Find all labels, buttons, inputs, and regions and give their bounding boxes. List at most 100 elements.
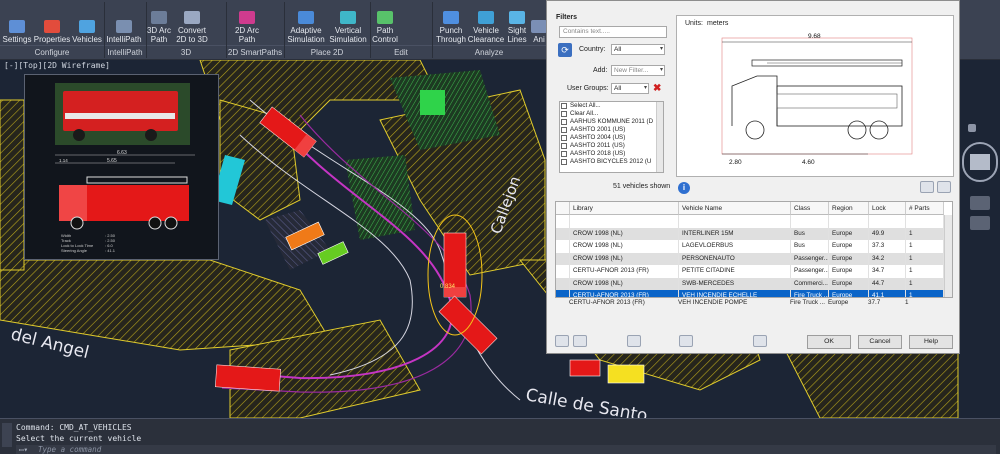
path-control-button[interactable]: Path Control — [370, 0, 400, 44]
delete-group-icon[interactable]: ✖ — [653, 83, 664, 94]
table-row[interactable]: CROW 1998 (NL) PERSONENAUTO Passenger...… — [556, 252, 944, 265]
table-row[interactable]: CERTU-AFNOR 2013 (FR) PETITE CITADINE Pa… — [556, 265, 944, 278]
table-row[interactable]: CROW 1998 (NL) SWB-MERCEDES Commerci... … — [556, 277, 944, 290]
pan-icon[interactable] — [970, 196, 990, 210]
table-header[interactable]: Class — [791, 202, 829, 215]
adaptive-simulation-icon — [298, 11, 314, 24]
table-row[interactable] — [556, 215, 944, 228]
app-window: Settings Properties Vehicles IntelliPath… — [0, 0, 1000, 454]
table-row-selected[interactable]: CERTU-AFNOR 2013 (FR) VEH INCENDIE ECHEL… — [556, 290, 944, 297]
checkbox[interactable] — [561, 135, 567, 141]
arc-path-2d-icon — [239, 11, 255, 24]
add-filter-select[interactable]: New Filter... ▾ — [611, 65, 665, 76]
library-list[interactable]: Select All... Clear All... AARHUS KOMMUN… — [559, 101, 664, 173]
list-item[interactable]: AASHTO 2018 (US) — [560, 150, 663, 158]
vertical-simulation-button[interactable]: Vertical Simulation — [328, 0, 368, 44]
chevron-down-icon: ▾ — [659, 67, 663, 73]
svg-text:1.14: 1.14 — [59, 158, 68, 163]
vehicle-properties-icon[interactable] — [627, 335, 641, 347]
settings-button[interactable]: Settings — [2, 0, 32, 44]
table-row[interactable]: CROW 1998 (NL) INTERLINER 15M Bus Europe… — [556, 227, 944, 240]
view-cube-face[interactable] — [970, 154, 990, 170]
adaptive-simulation-button[interactable]: Adaptive Simulation — [285, 0, 327, 44]
convert-icon — [184, 11, 200, 24]
group-intellipath: IntelliPath — [104, 45, 146, 59]
table-row[interactable]: CROW 1998 (NL) LAGEVLOERBUS Bus Europe 3… — [556, 240, 944, 253]
table-header[interactable]: Region — [829, 202, 869, 215]
table-header[interactable]: # Parts — [906, 202, 944, 215]
vehicle-photo — [55, 83, 190, 145]
list-item[interactable]: Select All... — [560, 102, 663, 110]
svg-text:Steering Angle: Steering Angle — [61, 248, 88, 253]
zoom-icon[interactable] — [970, 216, 990, 230]
command-input[interactable]: ▭▾ Type a command — [16, 445, 996, 454]
user-groups-select[interactable]: All ▾ — [611, 83, 649, 94]
viewport-label[interactable]: [-][Top][2D Wireframe] — [4, 61, 110, 70]
svg-text:4.60: 4.60 — [802, 159, 815, 166]
list-item[interactable]: Clear All... — [560, 110, 663, 118]
command-icon[interactable]: ▭▾ — [19, 445, 28, 454]
svg-text:6.63: 6.63 — [117, 150, 127, 156]
scrollbar[interactable] — [944, 215, 952, 297]
add-vehicle-icon[interactable] — [555, 335, 569, 347]
green-area — [420, 90, 445, 115]
checkbox[interactable] — [561, 151, 567, 157]
vehicle-clearance-icon — [478, 11, 494, 24]
convert-2d-to-3d-button[interactable]: Convert 2D to 3D — [175, 0, 209, 44]
vehicle-edit-icon[interactable] — [920, 181, 934, 193]
truck-position — [438, 295, 498, 355]
vehicle-preview: Units: meters 9.68 2.80 4.60 — [676, 15, 954, 177]
vehicle-table[interactable]: Library Vehicle Name Class Region Lock #… — [555, 201, 953, 298]
list-item[interactable]: AASHTO 2001 (US) — [560, 126, 663, 134]
sight-lines-button[interactable]: Sight Lines — [505, 0, 529, 44]
intellipath-button[interactable]: IntelliPath — [106, 0, 142, 44]
copy-vehicle-icon[interactable] — [573, 335, 587, 347]
checkbox[interactable] — [561, 111, 567, 117]
checkbox[interactable] — [561, 119, 567, 125]
command-line: Command: CMD_AT_VEHICLES Select the curr… — [0, 418, 1000, 454]
refresh-icon[interactable]: ⟳ — [558, 43, 572, 57]
2d-arc-path-button[interactable]: 2D Arc Path — [232, 0, 262, 44]
checkbox[interactable] — [561, 143, 567, 149]
arc-path-icon — [151, 11, 167, 24]
add-label: Add: — [593, 67, 608, 74]
list-item[interactable]: AASHTO 2011 (US) — [560, 142, 663, 150]
list-item[interactable]: AASHTO BICYCLES 2012 (U — [560, 158, 663, 166]
import-library-icon[interactable] — [679, 335, 693, 347]
ok-button[interactable]: OK — [807, 335, 851, 349]
building-block — [0, 99, 25, 271]
checkbox[interactable] — [561, 103, 567, 109]
checkbox[interactable] — [561, 159, 567, 165]
vehicles-button[interactable]: Vehicles — [72, 0, 102, 44]
info-icon[interactable]: i — [678, 182, 690, 194]
list-item[interactable]: AARHUS KOMMUNE 2011 (D — [560, 118, 663, 126]
vehicle-export-icon[interactable] — [937, 181, 951, 193]
cancel-button[interactable]: Cancel — [858, 335, 902, 349]
command-line-grip[interactable] — [2, 423, 12, 447]
intellipath-icon — [116, 20, 132, 33]
library-manager-icon[interactable] — [753, 335, 767, 347]
animation-button[interactable]: Ani — [531, 0, 547, 44]
properties-button[interactable]: Properties — [33, 0, 71, 44]
checkbox[interactable] — [561, 127, 567, 133]
help-button[interactable]: Help — [909, 335, 953, 349]
list-item[interactable]: AASHTO 2004 (US) — [560, 134, 663, 142]
scrollbar[interactable] — [656, 102, 663, 172]
table-header[interactable]: Lock — [869, 202, 906, 215]
table-header[interactable]: Library — [570, 202, 679, 215]
street-label: Calle de Santo — [524, 385, 649, 418]
nav-dot-icon — [968, 124, 976, 132]
3d-arc-path-button[interactable]: 3D Arc Path — [146, 0, 172, 44]
vehicle-clearance-button[interactable]: Vehicle Clearance — [468, 0, 504, 44]
table-header[interactable]: Vehicle Name — [679, 202, 791, 215]
vehicle-side-drawing: 6.63 5.65 1.14 Width Track Lock to Lock … — [55, 150, 195, 253]
navigation-cube[interactable] — [958, 120, 1000, 250]
path-label: 0.834 — [440, 284, 456, 290]
punch-through-button[interactable]: Punch Through — [434, 0, 468, 44]
country-select[interactable]: All ▾ — [611, 44, 665, 55]
vehicles-icon — [79, 20, 95, 33]
search-input[interactable]: Contains text..... — [559, 26, 667, 38]
table-row-partial[interactable]: CERTU-AFNOR 2013 (FR) VEH INCENDIE POMPE… — [569, 298, 953, 308]
svg-text:9.68: 9.68 — [808, 33, 821, 40]
ribbon-divider — [370, 2, 371, 58]
